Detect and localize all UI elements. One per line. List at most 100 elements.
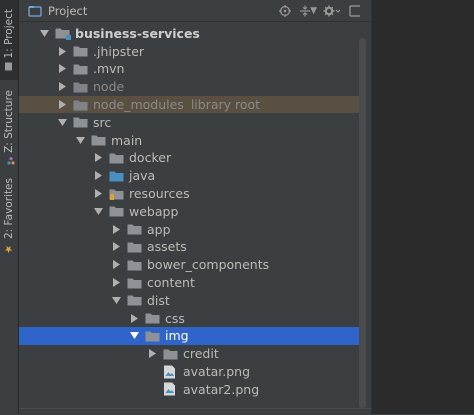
tree-row-java[interactable]: java (19, 167, 359, 185)
tree-row-avatar-png[interactable]: avatar.png (19, 363, 359, 381)
folder-icon (73, 81, 88, 93)
tree-row-label: webapp (129, 203, 179, 219)
folder-icon (109, 205, 124, 217)
tree-row-label: main (111, 132, 143, 148)
tree-row-app[interactable]: app (19, 220, 359, 238)
tool-window-strip: 1: Project Z: Structure ★ 2: Favorites (0, 0, 19, 414)
tree-row-bower-components[interactable]: bower_components (19, 256, 359, 274)
collapse-all-icon[interactable] (297, 3, 313, 19)
expand-arrow-down-icon[interactable] (39, 28, 49, 38)
expand-arrow-right-icon[interactable] (111, 260, 121, 270)
expand-arrow-right-icon[interactable] (57, 46, 67, 56)
project-view-title[interactable]: Project (48, 4, 87, 18)
expand-arrow-right-icon[interactable] (147, 349, 157, 359)
structure-icon (5, 156, 15, 165)
expand-arrow-right-icon[interactable] (93, 153, 103, 163)
expand-arrow-down-icon[interactable] (57, 117, 67, 127)
folder-icon (109, 152, 124, 164)
folder-icon (73, 99, 88, 111)
star-icon: ★ (3, 243, 14, 254)
tab-project[interactable]: 1: Project (0, 0, 18, 80)
expand-arrow-right-icon[interactable] (111, 224, 121, 234)
tree-row-webapp[interactable]: webapp (19, 203, 359, 221)
source-folder-icon (109, 170, 124, 182)
tree-row-label: app (147, 221, 171, 237)
folder-icon (127, 259, 142, 271)
expand-arrow-right-icon[interactable] (57, 100, 67, 110)
expand-arrow-down-icon[interactable] (75, 135, 85, 145)
tree-row-docker[interactable]: docker (19, 149, 359, 167)
expand-arrow-right-icon[interactable] (57, 82, 67, 92)
no-arrow-spacer (147, 367, 157, 377)
tree-row-label: resources (129, 186, 190, 202)
editor-area (371, 0, 474, 414)
tree-row-label: business-services (75, 25, 200, 41)
tab-favorites[interactable]: ★ 2: Favorites (0, 176, 18, 256)
expand-arrow-down-icon[interactable] (111, 295, 121, 305)
tree-row-label: docker (129, 150, 172, 166)
tree-row-label: bower_components (147, 257, 270, 273)
tree-row-label: dist (147, 292, 170, 308)
tree-row-label: .mvn (93, 61, 125, 77)
tree-row-resources[interactable]: resources (19, 185, 359, 203)
tree-row-label: img (165, 328, 189, 344)
tree-row-node[interactable]: node (19, 78, 359, 96)
expand-arrow-right-icon[interactable] (57, 64, 67, 74)
folder-icon (163, 348, 178, 360)
expand-arrow-right-icon[interactable] (111, 242, 121, 252)
library-root-tag: library root (190, 97, 261, 113)
tree-row-jhipster[interactable]: .jhipster (19, 42, 359, 60)
tree-row-label: .jhipster (93, 43, 145, 59)
tree-row-main[interactable]: main (19, 131, 359, 149)
tree-row-mvn[interactable]: .mvn (19, 60, 359, 78)
locate-icon[interactable] (277, 3, 293, 19)
folder-icon (73, 45, 88, 57)
folder-icon (127, 277, 142, 289)
folder-icon (73, 63, 88, 75)
settings-icon[interactable] (321, 3, 343, 19)
tab-favorites-label: 2: Favorites (3, 178, 15, 239)
project-panel-header: Project ▼ (19, 0, 371, 22)
module-folder-icon (55, 27, 71, 41)
expand-arrow-right-icon[interactable] (93, 171, 103, 181)
tree-row-label: avatar.png (183, 364, 251, 380)
hide-icon[interactable] (347, 3, 363, 19)
no-arrow-spacer (147, 384, 157, 394)
project-panel: Project ▼ business-services .jhipster .mvn… (19, 0, 371, 414)
tree-row-img[interactable]: img (19, 327, 359, 345)
project-view-icon (28, 4, 42, 18)
tree-row-avatar2-png[interactable]: avatar2.png (19, 381, 359, 399)
tree-row-label: avatar2.png (183, 381, 260, 397)
tree-row-label: node_modules (93, 97, 184, 113)
project-icon (5, 62, 13, 71)
tree-row-src[interactable]: src (19, 114, 359, 132)
tree-row-assets[interactable]: assets (19, 238, 359, 256)
tab-structure-label: Z: Structure (3, 89, 15, 153)
folder-icon (145, 312, 160, 324)
tree-row-credit[interactable]: credit (19, 345, 359, 363)
vertical-scrollbar[interactable] (359, 38, 366, 408)
tab-project-label: 1: Project (3, 9, 15, 59)
tree-row-label: css (165, 310, 185, 326)
tree-row-dist[interactable]: dist (19, 292, 359, 310)
folder-icon (127, 223, 142, 235)
expand-arrow-right-icon[interactable] (93, 189, 103, 199)
tree-row-label: assets (147, 239, 187, 255)
folder-icon (73, 116, 88, 128)
tree-row-content[interactable]: content (19, 274, 359, 292)
tree-row-business-services[interactable]: business-services (19, 25, 359, 43)
folder-icon (127, 241, 142, 253)
expand-arrow-right-icon[interactable] (129, 313, 139, 323)
tree-row-label: java (129, 168, 156, 184)
expand-arrow-down-icon[interactable] (93, 206, 103, 216)
tree-row-label: content (147, 275, 195, 291)
tree-row-css[interactable]: css (19, 309, 359, 327)
expand-arrow-right-icon[interactable] (111, 278, 121, 288)
resource-folder-icon (109, 188, 124, 200)
expand-arrow-down-icon[interactable] (129, 331, 139, 341)
tree-row-node-modules[interactable]: node_modules library root (19, 95, 359, 114)
project-tree[interactable]: business-services .jhipster .mvn node node_m… (19, 22, 359, 414)
tab-structure[interactable]: Z: Structure (0, 88, 18, 166)
image-file-icon (163, 365, 178, 379)
image-file-icon (163, 382, 178, 396)
